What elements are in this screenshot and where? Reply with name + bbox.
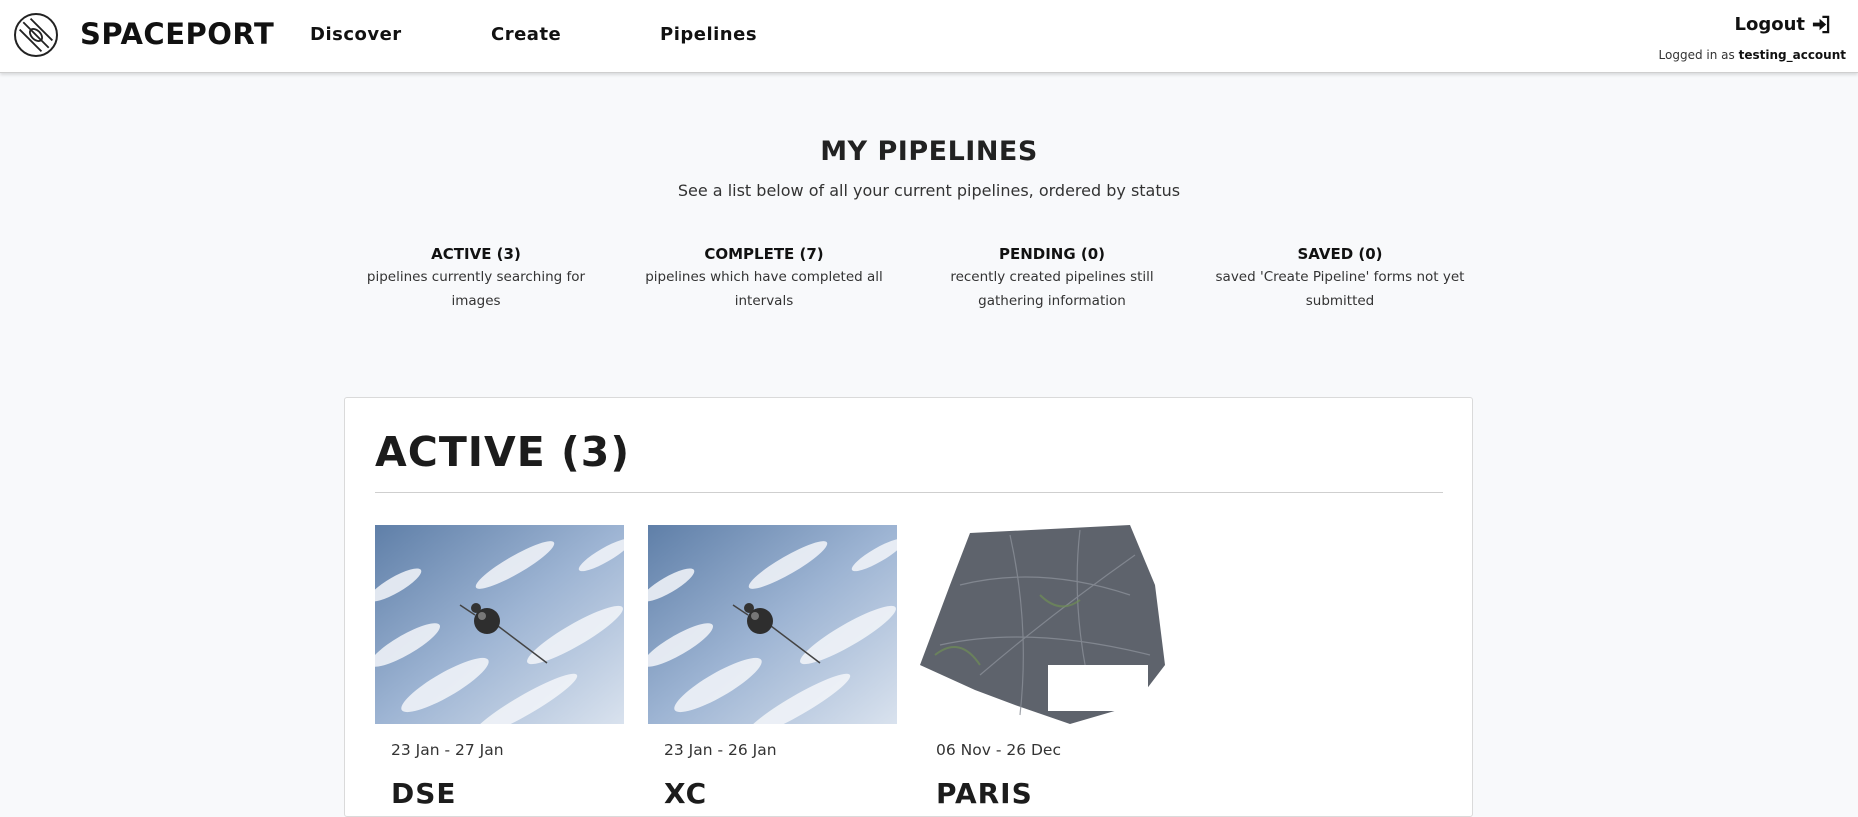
username: testing_account: [1738, 48, 1846, 62]
nav-discover[interactable]: Discover: [310, 24, 402, 45]
status-saved[interactable]: SAVED (0) saved 'Create Pipeline' forms …: [1210, 245, 1470, 313]
satellite-thumbnail: [648, 525, 897, 724]
status-complete[interactable]: COMPLETE (7) pipelines which have comple…: [634, 245, 894, 313]
nav-create[interactable]: Create: [491, 24, 561, 45]
status-description: pipelines currently searching for images: [366, 269, 586, 309]
top-navbar: SPACEPORT Discover Create Pipelines Logo…: [0, 0, 1858, 73]
status-description: saved 'Create Pipeline' forms not yet su…: [1215, 269, 1465, 309]
logged-in-prefix: Logged in as: [1658, 48, 1735, 62]
active-pipelines-card: ACTIVE (3) 23 Jan - 27 Jan DSE 23 Jan - …: [344, 397, 1473, 817]
status-title[interactable]: COMPLETE (7): [634, 245, 894, 263]
status-title[interactable]: ACTIVE (3): [346, 245, 606, 263]
pipeline-name[interactable]: PARIS: [936, 777, 1033, 810]
status-description: pipelines which have completed all inter…: [645, 269, 883, 309]
status-pending[interactable]: PENDING (0) recently created pipelines s…: [922, 245, 1182, 313]
pipeline-dates: 23 Jan - 26 Jan: [664, 741, 777, 759]
brand-name[interactable]: SPACEPORT: [80, 17, 274, 51]
divider: [375, 492, 1443, 493]
status-active[interactable]: ACTIVE (3) pipelines currently searching…: [346, 245, 606, 313]
pipeline-card[interactable]: 06 Nov - 26 Dec PARIS: [920, 525, 1169, 810]
status-title[interactable]: PENDING (0): [922, 245, 1182, 263]
logged-in-status: Logged in as testing_account: [1659, 48, 1846, 62]
nav-pipelines[interactable]: Pipelines: [660, 24, 757, 45]
pipeline-name[interactable]: DSE: [391, 777, 457, 810]
page-subtitle: See a list below of all your current pip…: [677, 181, 1181, 200]
status-title[interactable]: SAVED (0): [1210, 245, 1470, 263]
pipeline-card[interactable]: 23 Jan - 26 Jan XC: [648, 525, 897, 810]
satellite-thumbnail: [375, 525, 624, 724]
pipeline-name[interactable]: XC: [664, 777, 707, 810]
pipeline-dates: 23 Jan - 27 Jan: [391, 741, 504, 759]
sign-out-icon: [1812, 15, 1830, 34]
status-description: recently created pipelines still gatheri…: [950, 269, 1154, 309]
logout-label: Logout: [1734, 14, 1805, 35]
spaceport-logo-icon[interactable]: [14, 13, 58, 57]
logout-button[interactable]: Logout: [1734, 14, 1830, 35]
section-title: ACTIVE (3): [375, 428, 631, 476]
pipeline-dates: 06 Nov - 26 Dec: [936, 741, 1061, 759]
map-thumbnail: [920, 525, 1169, 724]
pipeline-card[interactable]: 23 Jan - 27 Jan DSE: [375, 525, 624, 810]
page-title: MY PIPELINES: [820, 136, 1038, 167]
